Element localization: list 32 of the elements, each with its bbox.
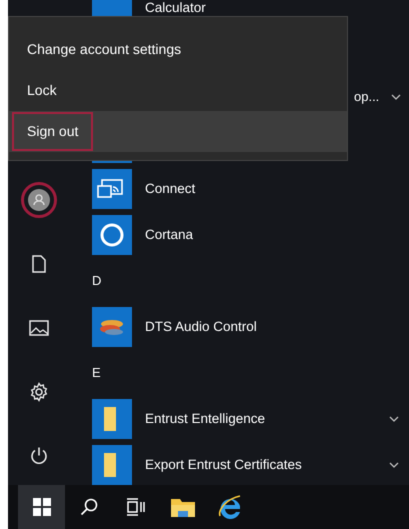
e-logo-icon (216, 494, 242, 520)
folder-tile-icon (92, 445, 132, 485)
power-icon[interactable] (29, 446, 49, 466)
user-avatar-button[interactable] (21, 182, 57, 218)
search-icon (80, 498, 98, 516)
ring-tile-icon (92, 215, 132, 255)
app-name[interactable]: Export Entrust Certificates (145, 458, 389, 472)
app-name[interactable]: Calculator (145, 1, 399, 15)
windows-logo-icon (32, 498, 50, 516)
chevron-down-icon[interactable] (389, 462, 399, 468)
task-view-icon (126, 498, 146, 516)
letter-header[interactable]: D (92, 271, 102, 291)
folder-icon (170, 497, 194, 517)
app-name[interactable]: Cortana (145, 228, 399, 242)
folder-tile-icon (92, 399, 132, 439)
menu-item[interactable]: Lock (9, 70, 347, 111)
app-name[interactable]: op... (354, 87, 380, 107)
app-name[interactable]: DTS Audio Control (145, 320, 399, 334)
app-name[interactable]: Connect (145, 182, 399, 196)
cast-screen-tile-icon (92, 169, 132, 209)
start-button[interactable] (18, 485, 65, 529)
settings-icon[interactable] (29, 382, 49, 402)
chevron-down-icon[interactable] (391, 94, 402, 100)
picture-icon[interactable] (29, 320, 49, 336)
letter-header[interactable]: E (92, 363, 101, 383)
person-silhouette-icon (28, 189, 50, 211)
swirl-tile-icon (92, 307, 132, 347)
app-name[interactable]: Entrust Entelligence (145, 412, 389, 426)
menu-item[interactable]: Sign out (9, 111, 347, 152)
menu-item[interactable]: Change account settings (9, 29, 347, 70)
document-icon[interactable] (32, 255, 46, 273)
chevron-down-icon[interactable] (389, 416, 399, 422)
